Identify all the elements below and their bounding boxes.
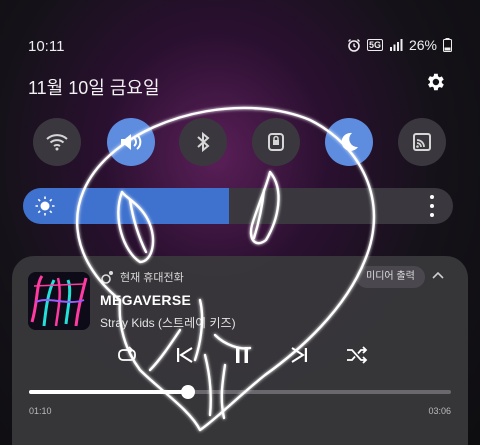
battery-icon bbox=[443, 38, 452, 52]
song-artist: Stray Kids (스트레이 키즈) bbox=[100, 316, 236, 330]
more-options-icon[interactable] bbox=[430, 194, 434, 218]
next-icon bbox=[291, 347, 307, 363]
next-button[interactable] bbox=[284, 340, 314, 370]
bluetooth-icon bbox=[197, 131, 210, 153]
playback-device: 현재 휴대전화 bbox=[100, 269, 184, 285]
network-type-badge: 5G bbox=[366, 39, 383, 51]
previous-button[interactable] bbox=[170, 340, 200, 370]
repeat-button[interactable] bbox=[112, 340, 142, 370]
cast-icon bbox=[413, 133, 431, 151]
quick-settings-row bbox=[33, 118, 453, 166]
previous-icon bbox=[177, 347, 193, 363]
speaker-output-icon bbox=[101, 271, 113, 284]
gear-icon[interactable] bbox=[424, 71, 446, 93]
seek-bar[interactable] bbox=[29, 385, 451, 399]
wifi-toggle[interactable] bbox=[33, 118, 81, 166]
sound-icon bbox=[121, 134, 142, 150]
device-label: 현재 휴대전화 bbox=[120, 272, 184, 284]
clock: 10:11 bbox=[28, 38, 65, 55]
song-title: MEGAVERSE bbox=[100, 292, 192, 308]
signal-icon bbox=[389, 39, 403, 51]
battery-percent: 26% bbox=[408, 37, 437, 53]
alarm-icon bbox=[347, 39, 360, 52]
playback-controls bbox=[112, 340, 372, 370]
date-label: 11월 10일 금요일 bbox=[28, 78, 160, 98]
brightness-sun-icon bbox=[35, 196, 55, 216]
seek-bar-progress bbox=[29, 390, 188, 394]
media-player-card: 현재 휴대전화 미디어 출력 MEGAVERSE Stray Kids (스트레… bbox=[12, 256, 468, 445]
repeat-icon bbox=[118, 346, 136, 361]
elapsed-time: 01:10 bbox=[29, 406, 52, 416]
total-time: 03:06 bbox=[428, 406, 451, 416]
album-art[interactable] bbox=[28, 272, 90, 330]
cast-toggle[interactable] bbox=[398, 118, 446, 166]
media-output-button[interactable]: 미디어 출력 bbox=[356, 266, 425, 288]
chevron-up-icon[interactable] bbox=[430, 268, 446, 284]
brightness-slider[interactable] bbox=[23, 188, 453, 224]
status-bar: 10:11 5G 26% bbox=[0, 32, 480, 60]
seek-bar-thumb[interactable] bbox=[180, 385, 195, 399]
wifi-icon bbox=[46, 134, 68, 151]
dark-mode-icon bbox=[341, 132, 358, 151]
shuffle-button[interactable] bbox=[342, 340, 372, 370]
rotation-lock-toggle[interactable] bbox=[252, 118, 300, 166]
sound-toggle[interactable] bbox=[107, 118, 155, 166]
rotation-lock-icon bbox=[268, 133, 284, 151]
status-icons: 5G 26% bbox=[347, 37, 452, 53]
pause-button[interactable] bbox=[227, 340, 257, 370]
pause-icon bbox=[236, 347, 248, 363]
bluetooth-toggle[interactable] bbox=[179, 118, 227, 166]
dark-mode-toggle[interactable] bbox=[325, 118, 373, 166]
shuffle-icon bbox=[347, 346, 368, 364]
